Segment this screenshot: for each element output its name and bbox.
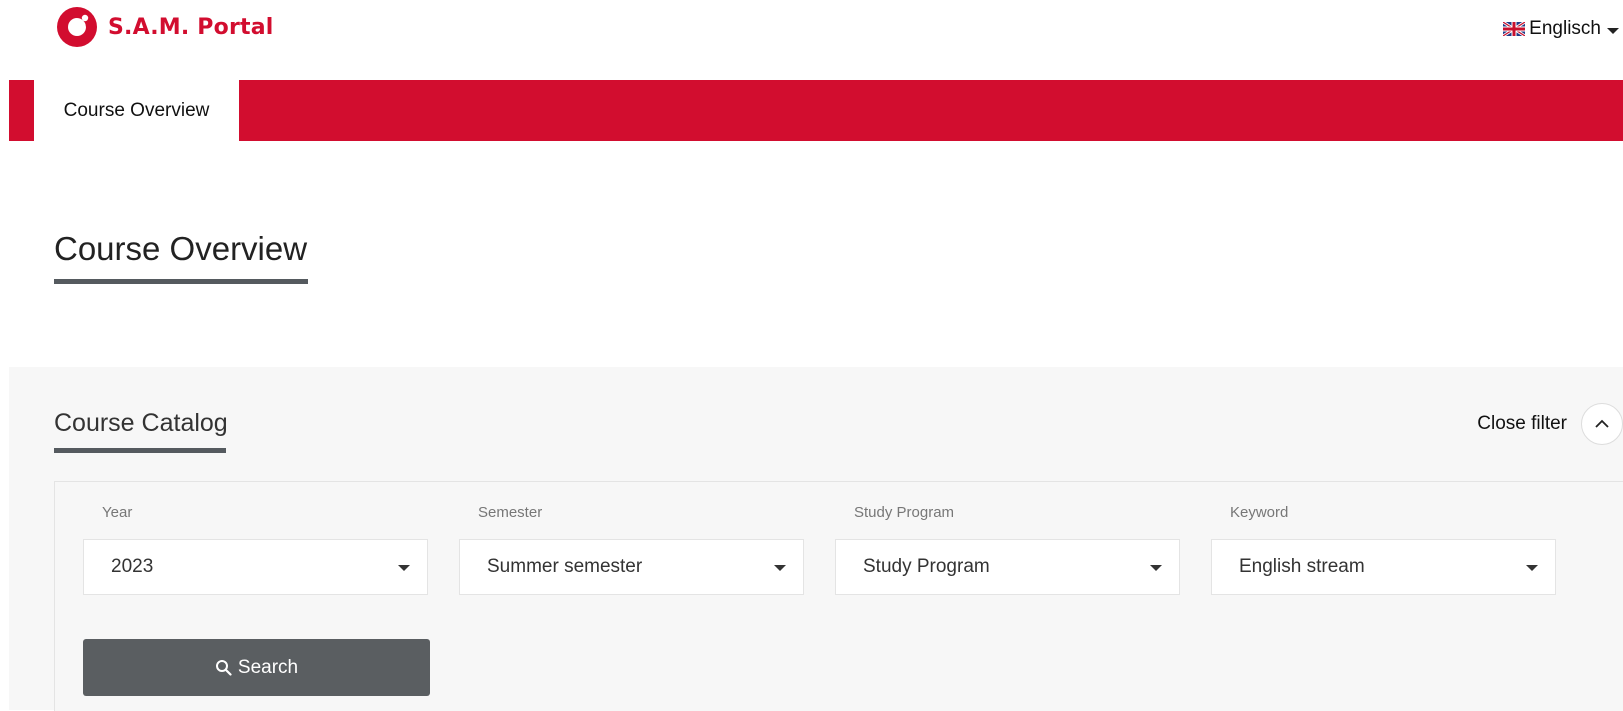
search-button[interactable]: Search	[83, 639, 430, 696]
main-navigation: Course Overview	[9, 80, 1623, 141]
portal-name: S.A.M. Portal	[108, 14, 274, 40]
filter-panel: Course Catalog Close filter Year 2023 Se…	[9, 367, 1623, 711]
year-select[interactable]: 2023	[83, 539, 428, 595]
semester-value: Summer semester	[487, 556, 643, 577]
semester-select[interactable]: Summer semester	[459, 539, 804, 595]
chevron-up-icon	[1595, 419, 1609, 428]
chevron-down-icon	[398, 565, 410, 571]
keyword-label: Keyword	[1230, 504, 1289, 521]
chevron-down-icon	[1526, 565, 1538, 571]
sam-logo-icon	[57, 7, 97, 47]
close-filter-button[interactable]	[1581, 403, 1623, 445]
keyword-select[interactable]: English stream	[1211, 539, 1556, 595]
search-icon	[215, 660, 232, 676]
page-title: Course Overview	[54, 230, 308, 267]
tab-label: Course Overview	[63, 99, 210, 121]
language-label: Englisch	[1529, 18, 1601, 39]
tab-course-overview[interactable]: Course Overview	[34, 80, 239, 141]
title-underline	[54, 279, 308, 284]
language-selector[interactable]: Englisch	[1503, 18, 1619, 40]
chevron-down-icon	[1150, 565, 1162, 571]
catalog-title: Course Catalog	[54, 409, 228, 437]
semester-label: Semester	[478, 504, 543, 521]
keyword-value: English stream	[1239, 556, 1365, 577]
catalog-underline	[54, 448, 226, 453]
search-label: Search	[237, 656, 299, 678]
study-program-value: Study Program	[863, 556, 990, 577]
chevron-down-icon	[1607, 28, 1619, 34]
close-filter-label: Close filter	[1477, 413, 1567, 434]
year-label: Year	[102, 504, 133, 521]
chevron-down-icon	[774, 565, 786, 571]
study-program-select[interactable]: Study Program	[835, 539, 1180, 595]
uk-flag-icon	[1503, 22, 1526, 36]
year-value: 2023	[111, 556, 154, 577]
close-filter-toggle[interactable]: Close filter	[1477, 403, 1623, 445]
portal-logo[interactable]: S.A.M. Portal	[56, 6, 274, 48]
filter-form: Year 2023 Semester Summer semester Study…	[54, 481, 1623, 711]
study-program-label: Study Program	[854, 504, 955, 521]
